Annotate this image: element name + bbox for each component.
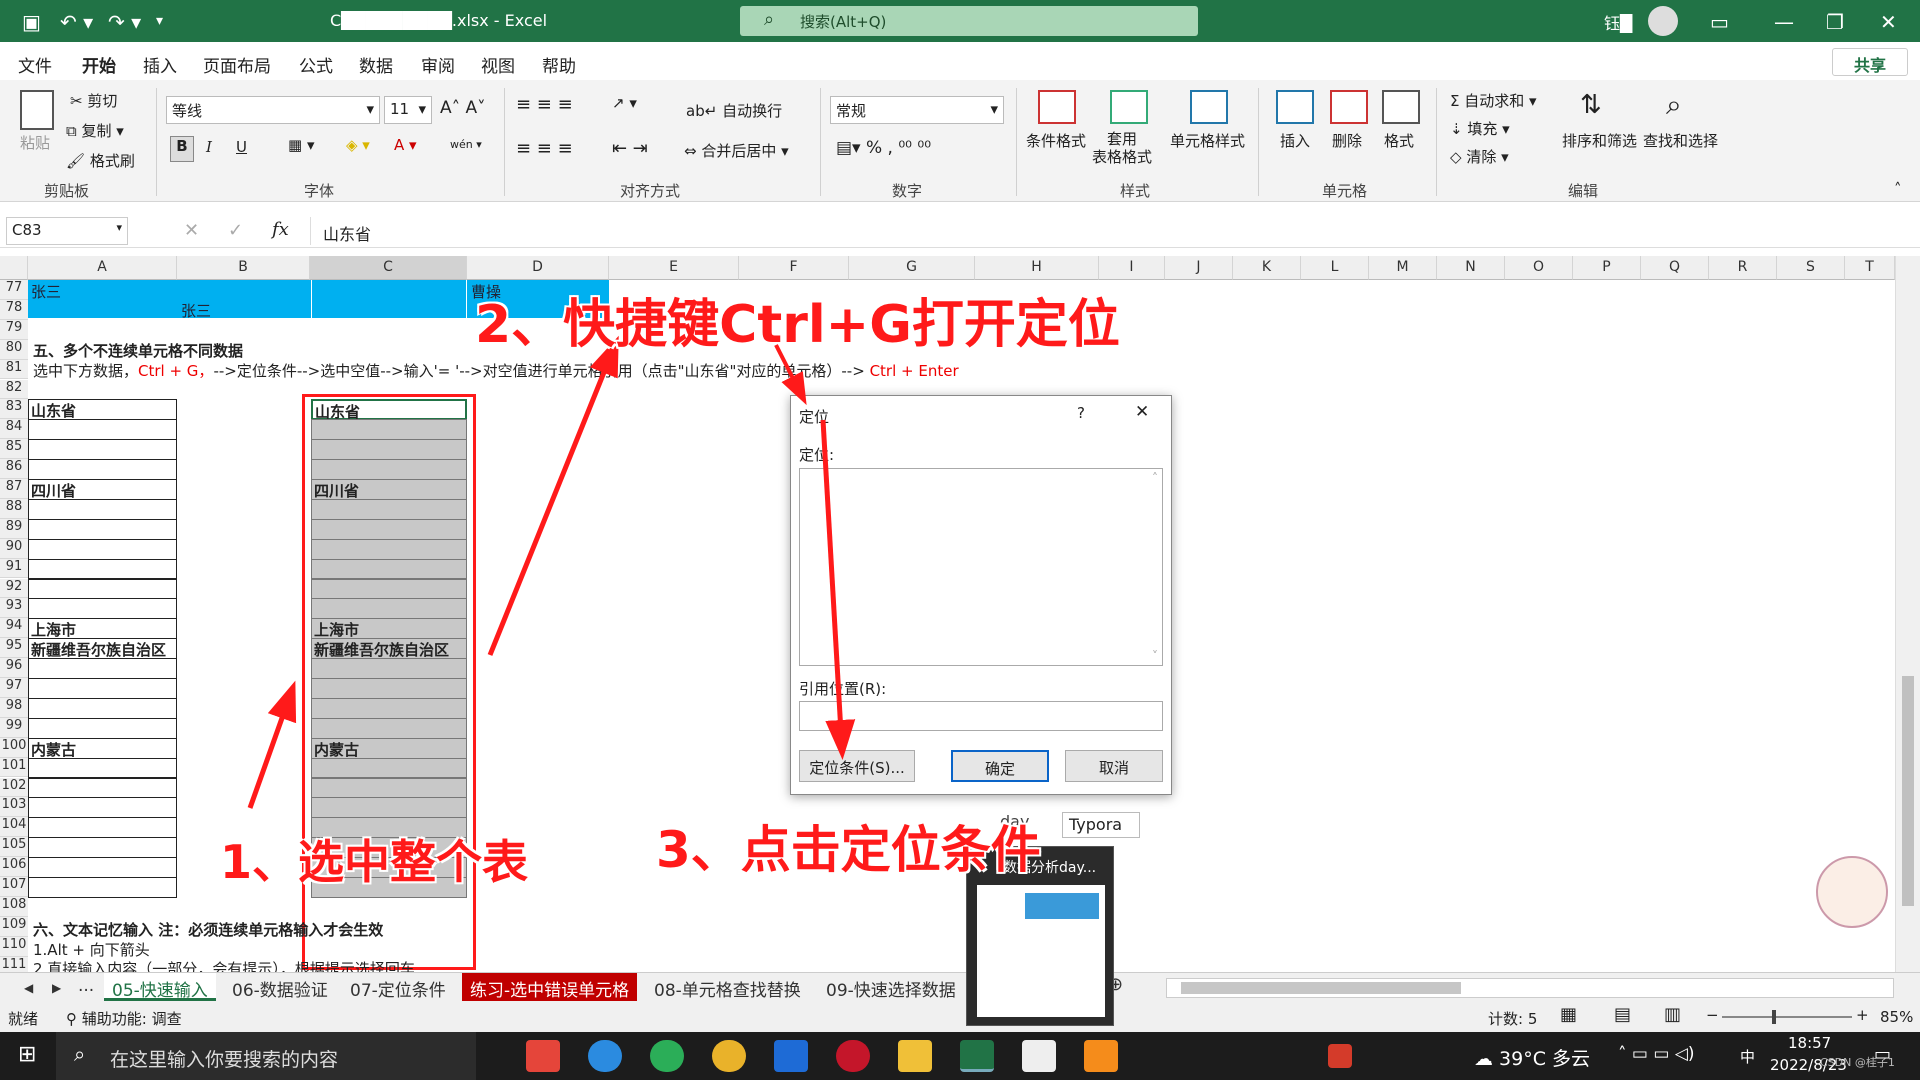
annotation-arrows <box>247 335 856 809</box>
annotation-step1: 1、选中整个表 <box>220 835 529 889</box>
annotation-step3: 3、点击定位条件 <box>656 821 1041 879</box>
arrow-step1 <box>247 680 297 809</box>
annotation-step2: 2、快捷键Ctrl+G打开定位 <box>475 295 1120 355</box>
arrow-step2 <box>487 335 619 656</box>
mascot-sticker <box>1816 856 1888 928</box>
arrow-step3 <box>820 419 856 760</box>
